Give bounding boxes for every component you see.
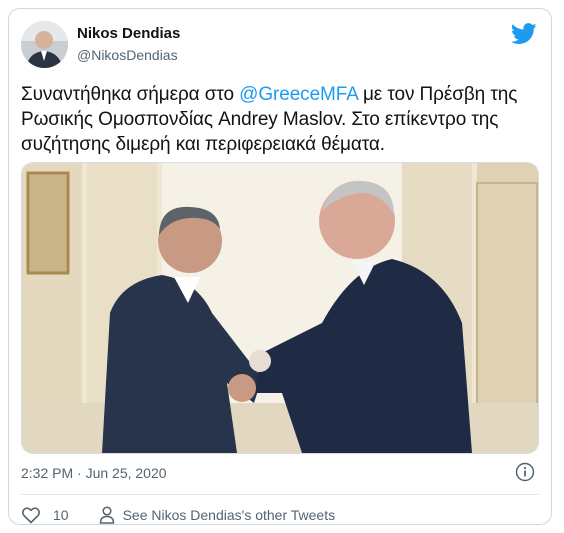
photo-image — [22, 163, 538, 453]
mention-link[interactable]: @GreeceMFA — [239, 84, 358, 105]
tweet-actions: 10 See Nikos Dendias's other Tweets — [21, 505, 335, 525]
author-name[interactable]: Nikos Dendias — [77, 25, 180, 42]
avatar-image — [21, 21, 68, 68]
tweet-timestamp[interactable]: 2:32 PM · Jun 25, 2020 — [21, 465, 167, 481]
tweet-text: Συναντήθηκα σήμερα στο @GreeceMFA με τον… — [21, 82, 541, 157]
tweet-photo[interactable] — [21, 162, 539, 454]
see-other-tweets-link[interactable]: See Nikos Dendias's other Tweets — [99, 506, 336, 524]
tweet-text-part: Συναντήθηκα σήμερα στο — [21, 84, 240, 105]
avatar[interactable] — [21, 21, 68, 68]
twitter-bird-icon[interactable] — [511, 23, 537, 45]
author-handle[interactable]: @NikosDendias — [77, 47, 178, 63]
like-button[interactable]: 10 — [21, 506, 69, 524]
tweet-card: Nikos Dendias @NikosDendias Συναντήθηκα … — [8, 8, 552, 525]
see-other-tweets-label: See Nikos Dendias's other Tweets — [122, 507, 336, 523]
like-count: 10 — [53, 507, 69, 523]
info-icon[interactable] — [515, 462, 535, 482]
heart-icon — [22, 507, 40, 524]
person-icon — [99, 506, 114, 524]
divider — [21, 494, 539, 495]
